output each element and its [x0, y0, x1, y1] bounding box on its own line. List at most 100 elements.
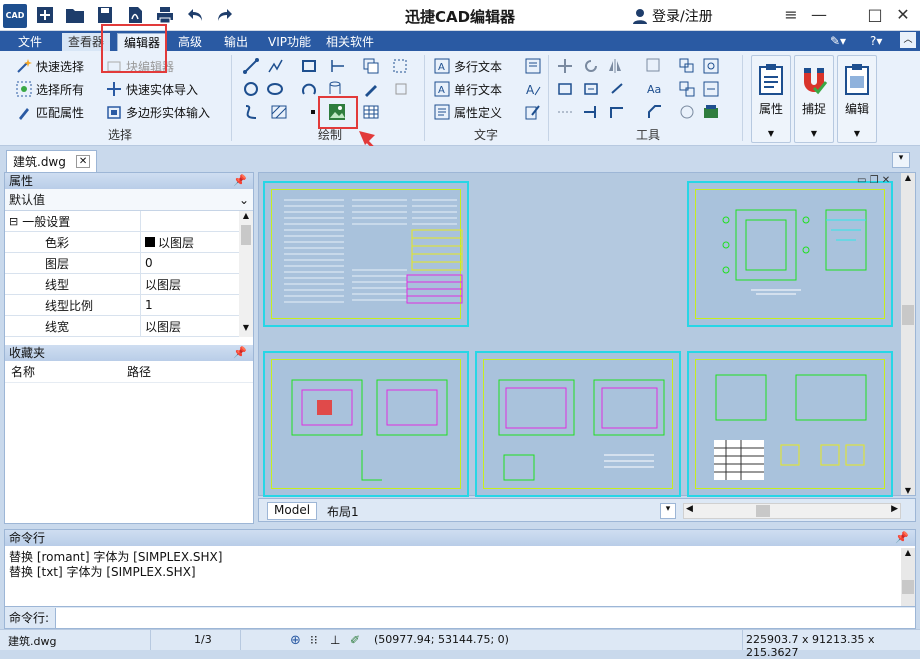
- arc-tool-icon[interactable]: [300, 80, 318, 98]
- properties-dropdown[interactable]: 默认值 ⌄: [5, 189, 253, 211]
- quick-select-button[interactable]: 快速选择: [16, 56, 84, 76]
- column-name-header[interactable]: 名称: [5, 363, 127, 380]
- chamfer-tool-icon[interactable]: [646, 103, 664, 121]
- line-tool-icon[interactable]: [242, 57, 260, 75]
- canvas-horizontal-scrollbar[interactable]: ◀ ▶: [683, 503, 901, 519]
- login-button[interactable]: 登录/注册: [632, 6, 713, 26]
- table-row[interactable]: 线型比例 1: [5, 295, 253, 316]
- export-pdf-icon[interactable]: [124, 4, 146, 26]
- pin-icon[interactable]: 📌: [233, 345, 247, 361]
- drawing-sheet[interactable]: [263, 181, 469, 327]
- trim-tool-icon[interactable]: [582, 103, 600, 121]
- table-row[interactable]: 图层 0: [5, 253, 253, 274]
- purge-tool-icon[interactable]: [678, 103, 696, 121]
- explode-tool-icon[interactable]: Aa: [646, 80, 664, 98]
- menu-icon[interactable]: ≡: [778, 3, 804, 27]
- array-tool-icon[interactable]: [646, 57, 664, 75]
- drawing-sheet[interactable]: [475, 351, 681, 497]
- text-style-icon[interactable]: [524, 57, 542, 75]
- ortho-mode-icon[interactable]: ⊥: [330, 633, 340, 647]
- pen-tool-icon[interactable]: [362, 80, 380, 98]
- scale-tool-icon[interactable]: [556, 80, 574, 98]
- polygon-entity-input-button[interactable]: 多边形实体输入: [106, 102, 210, 122]
- drawing-sheet[interactable]: [263, 351, 469, 497]
- command-input[interactable]: [55, 607, 915, 628]
- minimize-button[interactable]: —: [806, 3, 832, 27]
- collapse-ribbon-icon[interactable]: ︿: [900, 32, 916, 48]
- attr-define-button[interactable]: 属性定义: [434, 102, 502, 122]
- print-icon[interactable]: [154, 4, 176, 26]
- snap-mode-icon[interactable]: ⊕: [290, 633, 301, 648]
- move-tool-icon[interactable]: [556, 57, 574, 75]
- snap-button[interactable]: 捕捉 ▼: [794, 55, 834, 143]
- quick-entity-import-button[interactable]: 快速实体导入: [106, 79, 198, 99]
- viewport-window-controls[interactable]: ▭ ❐ ✕: [857, 175, 890, 186]
- region-tool-icon[interactable]: [392, 57, 410, 75]
- close-button[interactable]: ✕: [890, 3, 916, 27]
- text-edit-icon[interactable]: A: [524, 80, 542, 98]
- properties-scrollbar[interactable]: ▲ ▼: [239, 211, 253, 337]
- redo-icon[interactable]: [214, 4, 236, 26]
- layout-list-icon[interactable]: ▾: [660, 503, 676, 519]
- canvas-vertical-scrollbar[interactable]: ▲ ▼: [901, 173, 915, 495]
- open-folder-icon[interactable]: [64, 4, 86, 26]
- help-icon[interactable]: ?▾: [870, 34, 882, 48]
- maximize-button[interactable]: □: [862, 3, 888, 27]
- polar-mode-icon[interactable]: ✐: [350, 633, 360, 647]
- new-file-icon[interactable]: [34, 4, 56, 26]
- save-icon[interactable]: [94, 4, 116, 26]
- layer-tool-icon[interactable]: [702, 103, 720, 121]
- match-props-button[interactable]: 匹配属性: [16, 102, 84, 122]
- pin-icon[interactable]: 📌: [895, 530, 909, 546]
- properties-section-row[interactable]: ⊟ 一般设置: [5, 211, 253, 232]
- single-text-button[interactable]: A 单行文本: [434, 79, 502, 99]
- customize-icon[interactable]: ✎▾: [830, 34, 846, 48]
- copy-block-icon[interactable]: [362, 57, 380, 75]
- table-row[interactable]: 色彩 以图层: [5, 232, 253, 253]
- multiline-text-button[interactable]: A 多行文本: [434, 56, 502, 76]
- select-all-button[interactable]: 选择所有: [16, 79, 84, 99]
- table-row[interactable]: 线宽 以图层: [5, 316, 253, 337]
- rectangle-tool-icon[interactable]: [300, 57, 318, 75]
- tab-output[interactable]: 输出: [218, 33, 254, 51]
- link-tool-icon[interactable]: [702, 57, 720, 75]
- extend-tool-icon[interactable]: [608, 103, 626, 121]
- xref-tool-icon[interactable]: [702, 80, 720, 98]
- dimension-tool-icon[interactable]: [330, 57, 348, 75]
- document-tab[interactable]: 建筑.dwg ✕: [6, 150, 98, 172]
- stretch-tool-icon[interactable]: [582, 80, 600, 98]
- ellipse-tool-icon[interactable]: [266, 80, 284, 98]
- hatch-tool-icon[interactable]: [270, 103, 288, 121]
- tab-related-software[interactable]: 相关软件: [320, 33, 380, 51]
- edit-button[interactable]: 编辑 ▼: [837, 55, 877, 143]
- group-tool-icon[interactable]: [678, 57, 696, 75]
- rotate-tool-icon[interactable]: [582, 57, 600, 75]
- tab-vip[interactable]: VIP功能: [262, 33, 317, 51]
- collapse-icon[interactable]: ⊟: [9, 215, 18, 228]
- table-row[interactable]: 线型 以图层: [5, 274, 253, 295]
- drawing-sheet[interactable]: [687, 351, 893, 497]
- circle-tool-icon[interactable]: [242, 80, 260, 98]
- polyline-tool-icon[interactable]: [266, 57, 284, 75]
- undo-icon[interactable]: [184, 4, 206, 26]
- drawing-sheet[interactable]: [687, 181, 893, 327]
- tab-list-icon[interactable]: ▾: [892, 152, 910, 168]
- close-tab-icon[interactable]: ✕: [75, 155, 91, 168]
- grid-mode-icon[interactable]: ⁝⁝: [310, 633, 318, 647]
- measure-tool-icon[interactable]: [610, 80, 628, 98]
- properties-button[interactable]: 属性 ▼: [751, 55, 791, 143]
- text-pen-icon[interactable]: [524, 103, 542, 121]
- drawing-canvas[interactable]: ▭ ❐ ✕ ▲ ▼: [258, 172, 916, 497]
- spline-tool-icon[interactable]: [242, 103, 260, 121]
- command-scrollbar[interactable]: ▲: [901, 548, 915, 606]
- ungroup-tool-icon[interactable]: [678, 80, 696, 98]
- pin-icon[interactable]: 📌: [233, 173, 247, 189]
- layout-tab-model[interactable]: Model: [267, 502, 318, 520]
- layout-tab-layout1[interactable]: 布局1: [327, 503, 359, 520]
- mirror-tool-icon[interactable]: [606, 57, 624, 75]
- table-tool-icon[interactable]: [362, 103, 380, 121]
- offset-tool-icon[interactable]: [556, 103, 574, 121]
- tab-file[interactable]: 文件: [6, 33, 55, 51]
- tab-advanced[interactable]: 高级: [172, 33, 208, 51]
- column-path-header[interactable]: 路径: [127, 363, 151, 380]
